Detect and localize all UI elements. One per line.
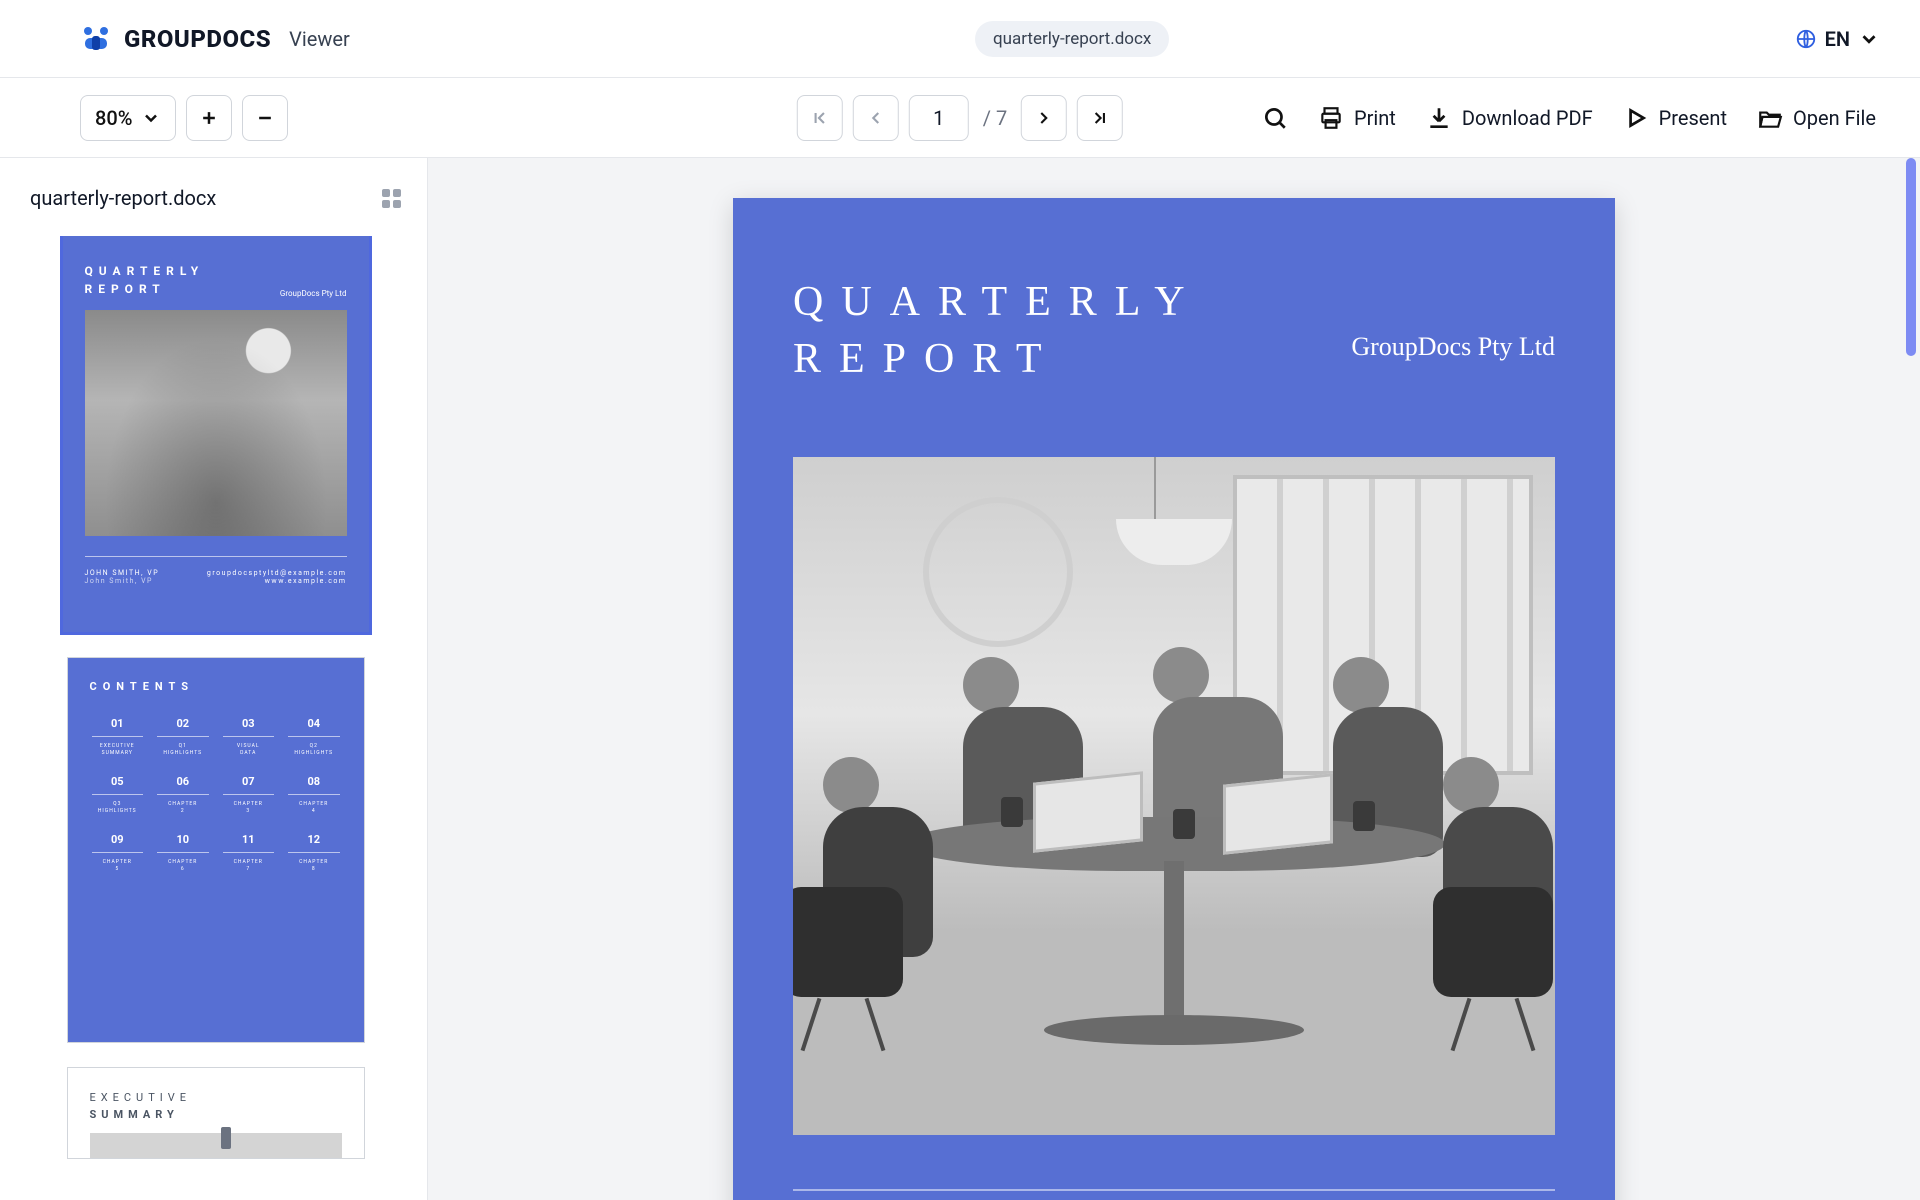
- last-page-icon: [1090, 108, 1110, 128]
- prev-page-button[interactable]: [853, 95, 899, 141]
- present-label: Present: [1659, 106, 1727, 130]
- open-label: Open File: [1793, 106, 1876, 130]
- contents-cell: 04Q2HIGHLIGHTS: [286, 717, 342, 757]
- print-label: Print: [1354, 106, 1396, 130]
- page-title: QUARTERLY REPORT: [793, 274, 1555, 387]
- print-icon: [1318, 105, 1344, 131]
- thumb1-email: groupdocsptyltd@example.com: [207, 569, 347, 577]
- contents-cell: 01EXECUTIVESUMMARY: [90, 717, 146, 757]
- thumb1-title-l1: QUARTERLY: [85, 264, 205, 278]
- print-button[interactable]: Print: [1318, 105, 1396, 131]
- page-1: QUARTERLY REPORT GroupDocs Pty Ltd: [733, 198, 1615, 1200]
- zoom-controls: 80%: [80, 95, 288, 141]
- download-pdf-button[interactable]: Download PDF: [1426, 105, 1593, 131]
- play-icon: [1623, 105, 1649, 131]
- sidebar-header: quarterly-report.docx: [30, 178, 401, 218]
- zoom-out-button[interactable]: [242, 95, 288, 141]
- sidebar-filename: quarterly-report.docx: [30, 186, 216, 210]
- language-selector[interactable]: EN: [1795, 27, 1880, 51]
- thumbnail-sidebar: quarterly-report.docx QUARTERLY REPORT G…: [0, 158, 428, 1200]
- download-icon: [1426, 105, 1452, 131]
- thumb3-line2: SUMMARY: [90, 1108, 179, 1121]
- search-icon: [1262, 105, 1288, 131]
- zoom-select[interactable]: 80%: [80, 95, 176, 141]
- search-button[interactable]: [1262, 105, 1288, 131]
- contents-cell: 10CHAPTER6: [155, 833, 211, 873]
- thumb2-header: CONTENTS: [90, 680, 342, 693]
- minus-icon: [255, 108, 275, 128]
- first-page-button[interactable]: [797, 95, 843, 141]
- thumbnail-list: QUARTERLY REPORT GroupDocs Pty Ltd JOHN …: [30, 236, 401, 1200]
- contents-cell: 11CHAPTER7: [221, 833, 277, 873]
- brand-word: GROUPDOCS: [124, 25, 271, 53]
- thumbnail-page-2[interactable]: CONTENTS 01EXECUTIVESUMMARY02Q1HIGHLIGHT…: [68, 658, 364, 1042]
- brand: GROUPDOCS Viewer: [80, 23, 350, 55]
- brand-sub: Viewer: [289, 27, 350, 51]
- chevron-down-icon: [1858, 28, 1880, 50]
- present-button[interactable]: Present: [1623, 105, 1727, 131]
- thumb1-hero-image: [85, 310, 347, 536]
- contents-cell: 02Q1HIGHLIGHTS: [155, 717, 211, 757]
- last-page-button[interactable]: [1077, 95, 1123, 141]
- page-number-input[interactable]: 1: [909, 95, 969, 141]
- chevron-right-icon: [1034, 108, 1054, 128]
- zoom-value: 80%: [95, 106, 132, 130]
- page-title-l1: QUARTERLY: [793, 279, 1203, 325]
- thumb1-author2: John Smith, VP: [85, 577, 160, 585]
- next-page-button[interactable]: [1021, 95, 1067, 141]
- thumb1-title-l2: REPORT: [85, 282, 166, 296]
- contents-cell: 07CHAPTER3: [221, 775, 277, 815]
- page-company: GroupDocs Pty Ltd: [1351, 332, 1555, 362]
- thumb1-company: GroupDocs Pty Ltd: [280, 289, 347, 298]
- page-current: 1: [933, 106, 944, 130]
- thumb1-site: www.example.com: [207, 577, 347, 585]
- scrollbar-thumb[interactable]: [1906, 158, 1916, 356]
- thumbnail-page-3[interactable]: EXECUTIVE SUMMARY: [68, 1068, 364, 1158]
- zoom-in-button[interactable]: [186, 95, 232, 141]
- thumb3-line1: EXECUTIVE: [90, 1091, 192, 1104]
- chevron-down-icon: [141, 108, 161, 128]
- open-file-button[interactable]: Open File: [1757, 105, 1876, 131]
- main-area: quarterly-report.docx QUARTERLY REPORT G…: [0, 158, 1920, 1200]
- folder-open-icon: [1757, 105, 1783, 131]
- contents-cell: 05Q3HIGHLIGHTS: [90, 775, 146, 815]
- chevron-left-icon: [866, 108, 886, 128]
- contents-cell: 09CHAPTER5: [90, 833, 146, 873]
- page-title-l2: REPORT: [793, 336, 1060, 382]
- thumb2-grid: 01EXECUTIVESUMMARY02Q1HIGHLIGHTS03VISUAL…: [90, 717, 342, 873]
- language-code: EN: [1825, 27, 1850, 51]
- contents-cell: 08CHAPTER4: [286, 775, 342, 815]
- first-page-icon: [810, 108, 830, 128]
- thumbnail-page-1[interactable]: QUARTERLY REPORT GroupDocs Pty Ltd JOHN …: [63, 236, 369, 632]
- download-label: Download PDF: [1462, 106, 1593, 130]
- page-hero-image: [793, 457, 1555, 1135]
- filename-chip: quarterly-report.docx: [975, 21, 1169, 57]
- document-canvas[interactable]: QUARTERLY REPORT GroupDocs Pty Ltd: [428, 158, 1920, 1200]
- contents-cell: 12CHAPTER8: [286, 833, 342, 873]
- contents-cell: 06CHAPTER2: [155, 775, 211, 815]
- page-navigation: 1 / 7: [797, 95, 1123, 141]
- globe-icon: [1795, 28, 1817, 50]
- top-bar: GROUPDOCS Viewer quarterly-report.docx E…: [0, 0, 1920, 78]
- contents-cell: 03VISUALDATA: [221, 717, 277, 757]
- thumb1-author: JOHN SMITH, VP: [85, 569, 160, 577]
- thumbnail-grid-toggle[interactable]: [382, 189, 401, 208]
- toolbar: 80% 1 / 7 Print: [0, 78, 1920, 158]
- toolbar-actions: Print Download PDF Present Open File: [1262, 105, 1876, 131]
- page-total: / 7: [983, 106, 1007, 130]
- plus-icon: [199, 108, 219, 128]
- groupdocs-logo-icon: [80, 23, 112, 55]
